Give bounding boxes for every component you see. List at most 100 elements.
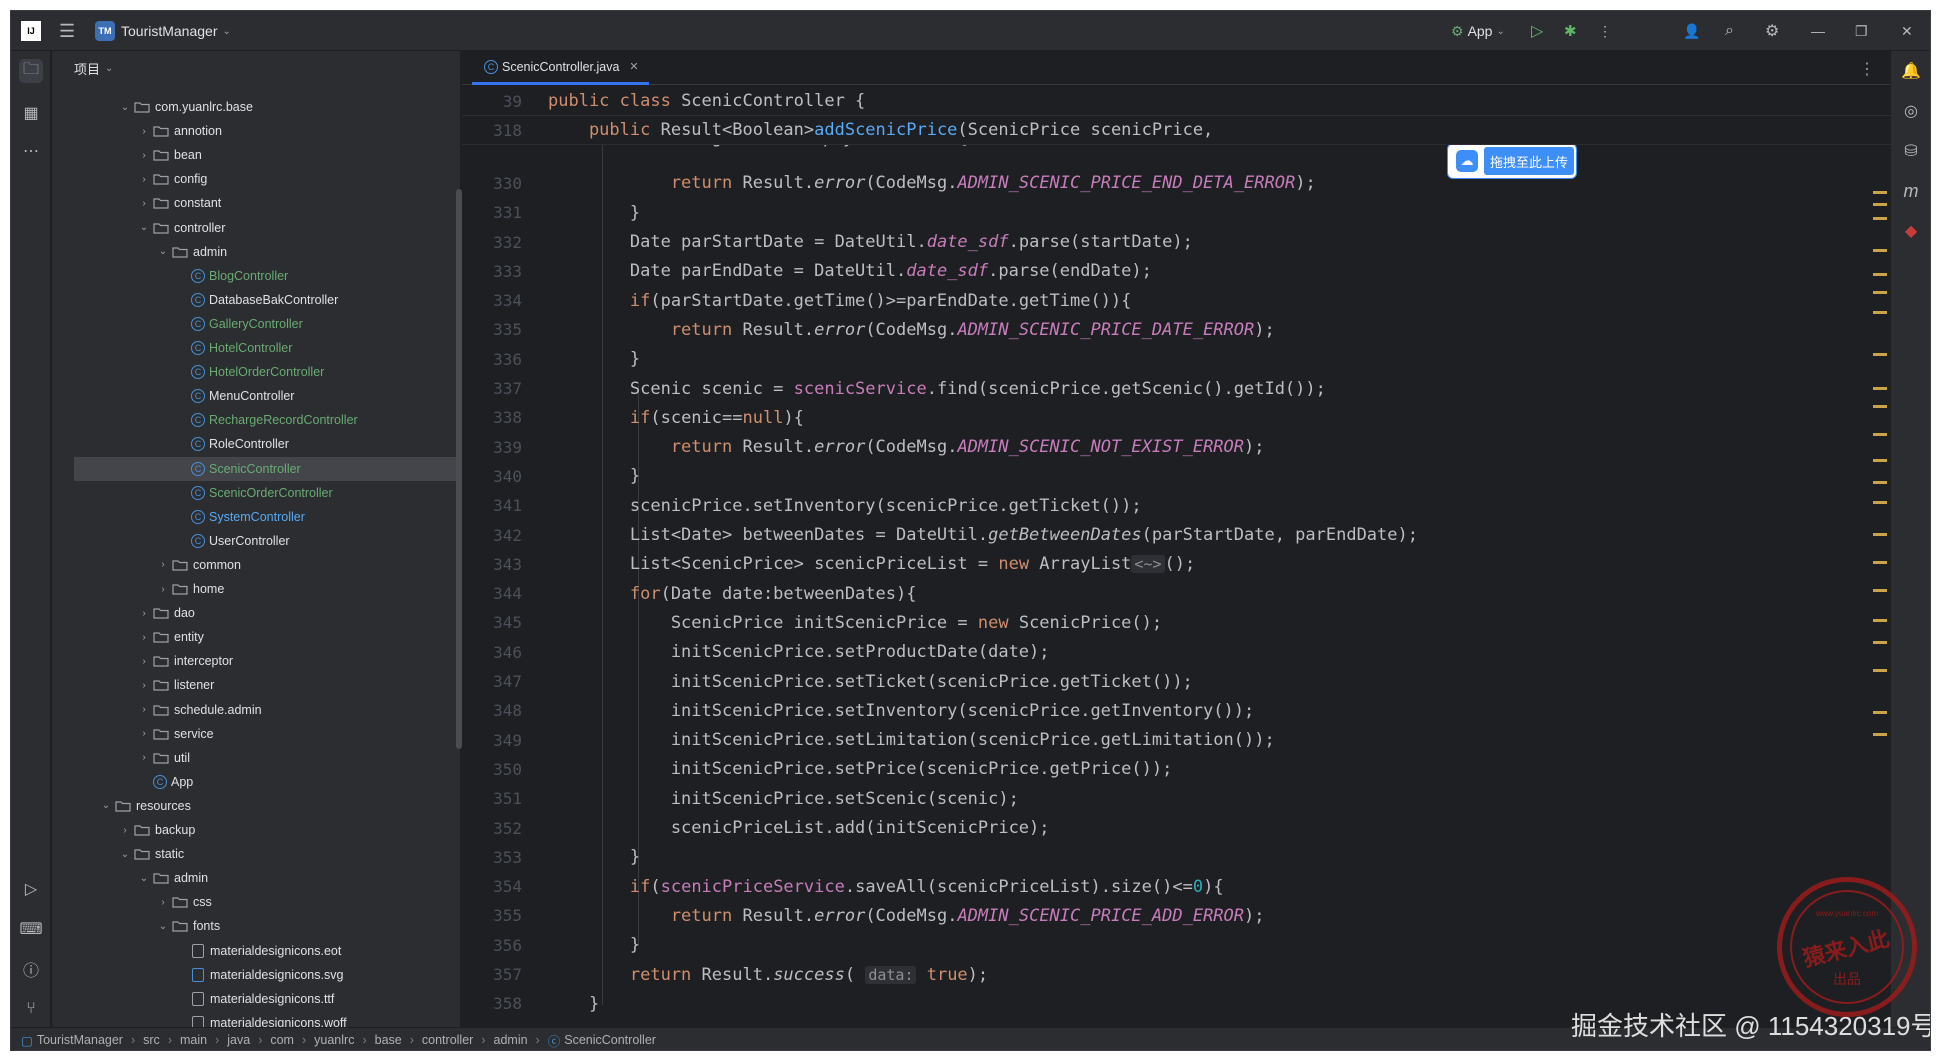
tree-item-common[interactable]: › common [52, 553, 452, 577]
problems-tool-button[interactable]: ⓘ [19, 957, 43, 981]
tree-item-usercontroller[interactable]: C UserController [52, 529, 452, 553]
code-view[interactable]: 39 public class ScenicController {318 pub… [462, 85, 1891, 1027]
code-line[interactable]: 336 } [462, 345, 1891, 374]
tree-item-entity[interactable]: › entity [52, 625, 452, 649]
code-line[interactable]: 354 if(scenicPriceService.saveAll(scenic… [462, 872, 1891, 901]
chevron-right-icon[interactable]: › [137, 608, 151, 619]
tab-bar-more-icon[interactable]: ⋮ [1859, 59, 1875, 79]
code-line[interactable]: 332 Date parStartDate = DateUtil.date_sd… [462, 228, 1891, 257]
code-line[interactable]: 356 } [462, 931, 1891, 960]
code-line[interactable]: 330 return Result.error(CodeMsg.ADMIN_SC… [462, 169, 1891, 198]
chevron-right-icon[interactable]: › [156, 559, 170, 570]
warning-stripe-mark[interactable] [1873, 481, 1887, 484]
tree-item-materialdesignicons-ttf[interactable]: materialdesignicons.ttf [52, 987, 452, 1011]
main-menu-button[interactable]: ☰ [59, 11, 75, 51]
run-button[interactable]: ▷ [1531, 11, 1543, 51]
run-config-selector[interactable]: ⚙ App ⌄ [1451, 11, 1505, 51]
tree-item-controller[interactable]: ⌄ controller [52, 216, 452, 240]
tree-item-materialdesignicons-woff[interactable]: materialdesignicons.woff [52, 1011, 452, 1027]
chevron-right-icon[interactable]: › [118, 825, 132, 836]
notifications-button[interactable]: 🔔 [1899, 59, 1923, 83]
plugin-tool-button[interactable]: ◆ [1899, 219, 1923, 243]
tree-item-databasebakcontroller[interactable]: C DatabaseBakController [52, 288, 452, 312]
warning-stripe-mark[interactable] [1873, 641, 1887, 644]
breadcrumb-item[interactable]: ScenicController [564, 1033, 656, 1047]
code-line[interactable]: 347 initScenicPrice.setTicket(scenicPric… [462, 667, 1891, 696]
code-line[interactable]: 353 } [462, 843, 1891, 872]
code-line[interactable]: 341 scenicPrice.setInventory(scenicPrice… [462, 491, 1891, 520]
project-switcher[interactable]: TM TouristManager ⌄ [95, 11, 231, 51]
warning-stripe-mark[interactable] [1873, 311, 1887, 314]
code-line[interactable]: 337 Scenic scenic = scenicService.find(s… [462, 374, 1891, 403]
git-tool-button[interactable]: ⑂ [19, 997, 43, 1021]
tree-item-fonts[interactable]: ⌄ fonts [52, 914, 452, 938]
tree-item-materialdesignicons-svg[interactable]: materialdesignicons.svg [52, 963, 452, 987]
chevron-down-icon[interactable]: ⌄ [137, 222, 151, 233]
code-line[interactable]: 339 return Result.error(CodeMsg.ADMIN_SC… [462, 433, 1891, 462]
chevron-right-icon[interactable]: › [137, 656, 151, 667]
code-line[interactable]: 350 initScenicPrice.setPrice(scenicPrice… [462, 755, 1891, 784]
tree-item-blogcontroller[interactable]: C BlogController [52, 264, 452, 288]
warning-stripe-mark[interactable] [1873, 433, 1887, 436]
chevron-right-icon[interactable]: › [156, 584, 170, 595]
tree-item-rolecontroller[interactable]: C RoleController [52, 432, 452, 456]
code-line[interactable]: 342 List<Date> betweenDates = DateUtil.g… [462, 521, 1891, 550]
more-actions-button[interactable]: ⋮ [1598, 11, 1612, 51]
tab-scenic-controller[interactable]: C ScenicController.java ✕ [472, 51, 649, 85]
warning-stripe-mark[interactable] [1873, 291, 1887, 294]
run-tool-button[interactable]: ▷ [19, 877, 43, 901]
tree-item-systemcontroller[interactable]: C SystemController [52, 505, 452, 529]
tree-item-rechargerecordcontroller[interactable]: C RechargeRecordController [52, 408, 452, 432]
breadcrumb-item[interactable]: controller [422, 1033, 473, 1047]
chevron-right-icon[interactable]: › [137, 198, 151, 209]
restore-button[interactable]: ❐ [1855, 11, 1868, 51]
tree-item-constant[interactable]: › constant [52, 191, 452, 215]
tree-item-admin[interactable]: ⌄ admin [52, 866, 452, 890]
search-everywhere-button[interactable]: ⌕ [1725, 11, 1734, 51]
tree-item-interceptor[interactable]: › interceptor [52, 649, 452, 673]
warning-stripe-mark[interactable] [1873, 561, 1887, 564]
close-tab-icon[interactable]: ✕ [629, 60, 638, 73]
warning-stripe-mark[interactable] [1873, 501, 1887, 504]
debug-button[interactable]: ✱ [1564, 11, 1577, 51]
settings-button[interactable]: ⚙ [1765, 11, 1779, 51]
close-button[interactable]: ✕ [1901, 11, 1913, 51]
tree-item-listener[interactable]: › listener [52, 673, 452, 697]
warning-stripe-mark[interactable] [1873, 203, 1887, 206]
warning-stripe-mark[interactable] [1873, 405, 1887, 408]
breadcrumb-item[interactable]: base [375, 1033, 402, 1047]
chevron-right-icon[interactable]: › [137, 632, 151, 643]
structure-tool-button[interactable]: ▦ [19, 101, 43, 125]
code-line[interactable]: 335 return Result.error(CodeMsg.ADMIN_SC… [462, 315, 1891, 344]
tree-item-scenicordercontroller[interactable]: C ScenicOrderController [52, 481, 452, 505]
code-line[interactable]: 345 ScenicPrice initScenicPrice = new Sc… [462, 608, 1891, 637]
chevron-down-icon[interactable]: ⌄ [99, 800, 113, 811]
tree-item-hotelordercontroller[interactable]: C HotelOrderController [52, 360, 452, 384]
tree-item-bean[interactable]: › bean [52, 143, 452, 167]
code-line[interactable]: 344 for(Date date:betweenDates){ [462, 579, 1891, 608]
code-line[interactable]: 346 initScenicPrice.setProductDate(date)… [462, 638, 1891, 667]
code-line[interactable]: 351 initScenicPrice.setScenic(scenic); [462, 784, 1891, 813]
chevron-right-icon[interactable]: › [137, 752, 151, 763]
chevron-right-icon[interactable]: › [137, 150, 151, 161]
terminal-tool-button[interactable]: ⌨ [19, 917, 43, 941]
project-tool-button[interactable]: 🗀 [19, 59, 43, 83]
maven-tool-button[interactable]: m [1899, 179, 1923, 203]
tree-item-admin[interactable]: ⌄ admin [52, 240, 452, 264]
warning-stripe-mark[interactable] [1873, 669, 1887, 672]
chevron-down-icon[interactable]: ⌄ [156, 246, 170, 257]
code-line[interactable]: 355 return Result.error(CodeMsg.ADMIN_SC… [462, 901, 1891, 930]
ai-assistant-button[interactable]: ◎ [1899, 99, 1923, 123]
warning-stripe-mark[interactable] [1873, 533, 1887, 536]
warning-stripe-mark[interactable] [1873, 217, 1887, 220]
code-line[interactable]: 334 if(parStartDate.getTime()>=parEndDat… [462, 286, 1891, 315]
chevron-down-icon[interactable]: ⌄ [118, 849, 132, 860]
warning-stripe-mark[interactable] [1873, 387, 1887, 390]
code-line[interactable]: 338 if(scenic==null){ [462, 403, 1891, 432]
chevron-down-icon[interactable]: ⌄ [118, 102, 132, 113]
breadcrumb-item[interactable]: main [180, 1033, 207, 1047]
chevron-right-icon[interactable]: › [137, 704, 151, 715]
code-line[interactable]: 352 scenicPriceList.add(initScenicPrice)… [462, 814, 1891, 843]
tree-item-util[interactable]: › util [52, 746, 452, 770]
error-stripe[interactable] [1873, 121, 1887, 981]
